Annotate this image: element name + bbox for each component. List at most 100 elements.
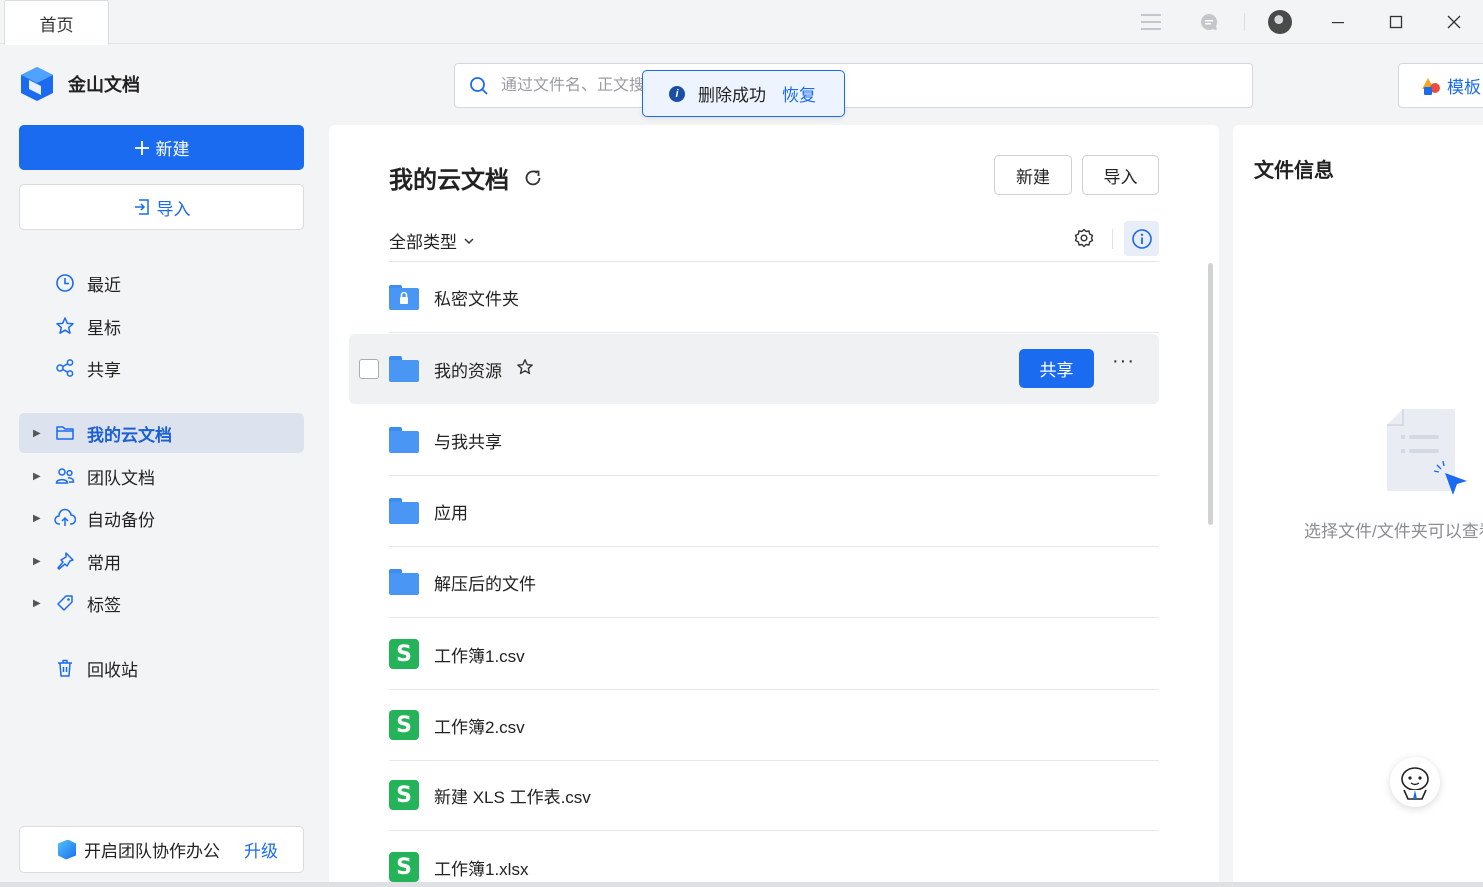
import-button-label: 导入 xyxy=(156,199,191,219)
sidebar-item-trash[interactable]: 回收站 xyxy=(19,648,304,688)
app-logo[interactable]: 金山文档 xyxy=(20,66,140,102)
search-input[interactable] xyxy=(501,76,1201,95)
expand-arrow-icon[interactable]: ▶ xyxy=(33,598,41,609)
titlebar-divider xyxy=(1244,13,1245,31)
list-item[interactable]: 解压后的文件 xyxy=(389,547,1159,618)
file-name: 新建 XLS 工作表.csv xyxy=(434,787,591,807)
avatar[interactable] xyxy=(1251,4,1309,40)
expand-arrow-icon[interactable]: ▶ xyxy=(33,428,41,439)
sidebar-item-label: 自动备份 xyxy=(87,510,155,530)
app-name: 金山文档 xyxy=(68,75,140,95)
file-list-panel: 我的云文档 新建 导入 全部类型 私密文件夹 我的资源 共享 ··· 与我共享 … xyxy=(329,125,1219,887)
sidebar-item-label: 共享 xyxy=(87,360,121,380)
search-box[interactable] xyxy=(454,63,1253,108)
type-filter-label: 全部类型 xyxy=(389,233,457,252)
assistant-button[interactable] xyxy=(1390,757,1440,807)
list-item[interactable]: 与我共享 xyxy=(389,405,1159,476)
refresh-icon[interactable] xyxy=(523,168,543,188)
info-empty-text: 选择文件/文件夹可以查看详细信息 xyxy=(1304,522,1483,541)
file-name: 私密文件夹 xyxy=(434,289,519,309)
private-folder-icon xyxy=(389,282,419,312)
search-icon xyxy=(470,76,488,95)
delete-success-toast: i 删除成功 恢复 xyxy=(642,70,845,117)
minimize-button[interactable] xyxy=(1309,4,1367,40)
trash-icon xyxy=(54,657,76,679)
sidebar-item-my-cloud-docs[interactable]: ▶ 我的云文档 xyxy=(19,413,304,453)
sidebar-item-auto-backup[interactable]: ▶ 自动备份 xyxy=(19,498,304,538)
restore-link[interactable]: 恢复 xyxy=(782,81,816,106)
sidebar-item-label: 标签 xyxy=(87,595,121,615)
toolbar-divider xyxy=(1112,229,1113,249)
star-icon[interactable] xyxy=(516,358,534,376)
sidebar-item-team-docs[interactable]: ▶ 团队文档 xyxy=(19,456,304,496)
type-filter-dropdown[interactable]: 全部类型 xyxy=(389,228,475,253)
more-icon[interactable]: ··· xyxy=(1112,350,1135,373)
info-icon: i xyxy=(669,85,685,102)
list-item[interactable]: S 新建 XLS 工作表.csv xyxy=(389,760,1159,831)
assistant-mascot-icon xyxy=(1401,767,1429,800)
folder-icon xyxy=(389,354,419,384)
folder-icon xyxy=(389,496,419,526)
spreadsheet-icon: S xyxy=(389,639,419,669)
team-upgrade-banner[interactable]: 开启团队协作办公 升级 xyxy=(19,826,304,873)
file-name: 应用 xyxy=(434,503,468,523)
list-item[interactable]: 我的资源 共享 ··· xyxy=(349,334,1159,404)
file-name: 工作簿1.csv xyxy=(434,646,525,666)
list-item[interactable]: 私密文件夹 xyxy=(389,262,1159,333)
spreadsheet-icon: S xyxy=(389,780,419,810)
import-icon xyxy=(134,199,149,215)
import-button[interactable]: 导入 xyxy=(19,184,304,230)
sidebar-item-label: 回收站 xyxy=(87,660,138,680)
sidebar-item-label: 最近 xyxy=(87,275,121,295)
sidebar-item-tags[interactable]: ▶ 标签 xyxy=(19,583,304,623)
team-icon xyxy=(54,465,76,487)
maximize-button[interactable] xyxy=(1367,4,1425,40)
chat-icon[interactable] xyxy=(1180,4,1238,40)
new-button-label: 新建 xyxy=(155,140,190,159)
tab-home[interactable]: 首页 xyxy=(4,0,109,45)
info-panel-toggle[interactable] xyxy=(1124,221,1159,256)
import-file-button[interactable]: 导入 xyxy=(1082,155,1159,195)
menu-icon[interactable] xyxy=(1122,4,1180,40)
expand-arrow-icon[interactable]: ▶ xyxy=(33,471,41,482)
list-scrollbar[interactable] xyxy=(1208,263,1213,525)
sidebar-item-shared[interactable]: 共享 xyxy=(19,348,304,388)
sidebar-item-label: 我的云文档 xyxy=(87,425,172,445)
expand-arrow-icon[interactable]: ▶ xyxy=(33,513,41,524)
upgrade-link[interactable]: 升级 xyxy=(244,837,278,862)
file-name: 与我共享 xyxy=(434,432,502,452)
list-item[interactable]: S 工作簿1.xlsx xyxy=(389,832,1159,887)
team-cube-icon xyxy=(58,839,76,860)
close-button[interactable] xyxy=(1425,4,1483,40)
gear-icon[interactable] xyxy=(1074,228,1094,248)
sidebar-item-starred[interactable]: 星标 xyxy=(19,306,304,346)
pin-icon xyxy=(54,550,76,572)
info-icon xyxy=(1131,228,1152,249)
sidebar-item-label: 团队文档 xyxy=(87,468,155,488)
template-button[interactable]: 模板 xyxy=(1398,63,1483,108)
sidebar-item-label: 星标 xyxy=(87,318,121,338)
new-button[interactable]: 新建 xyxy=(19,125,304,170)
info-panel-title: 文件信息 xyxy=(1254,160,1334,182)
sidebar-item-frequent[interactable]: ▶ 常用 xyxy=(19,541,304,581)
template-button-label: 模板 xyxy=(1447,78,1481,97)
avatar-icon xyxy=(1268,10,1292,34)
share-icon xyxy=(54,357,76,379)
sidebar-item-recent[interactable]: 最近 xyxy=(19,263,304,303)
clock-icon xyxy=(54,272,76,294)
star-icon xyxy=(54,315,76,337)
spreadsheet-icon: S xyxy=(389,710,419,740)
new-file-button[interactable]: 新建 xyxy=(994,155,1072,195)
list-item[interactable]: S 工作簿2.csv xyxy=(389,690,1159,761)
file-name: 我的资源 xyxy=(434,361,502,381)
sidebar-item-label: 常用 xyxy=(87,553,121,573)
file-name: 工作簿1.xlsx xyxy=(434,859,529,879)
page-title-text: 我的云文档 xyxy=(389,167,509,194)
list-item[interactable]: 应用 xyxy=(389,476,1159,547)
share-button[interactable]: 共享 xyxy=(1019,349,1094,388)
expand-arrow-icon[interactable]: ▶ xyxy=(33,556,41,567)
folder-icon xyxy=(389,425,419,455)
file-name: 工作簿2.csv xyxy=(434,717,525,737)
list-item[interactable]: S 工作簿1.csv xyxy=(389,619,1159,690)
row-checkbox[interactable] xyxy=(359,359,379,379)
